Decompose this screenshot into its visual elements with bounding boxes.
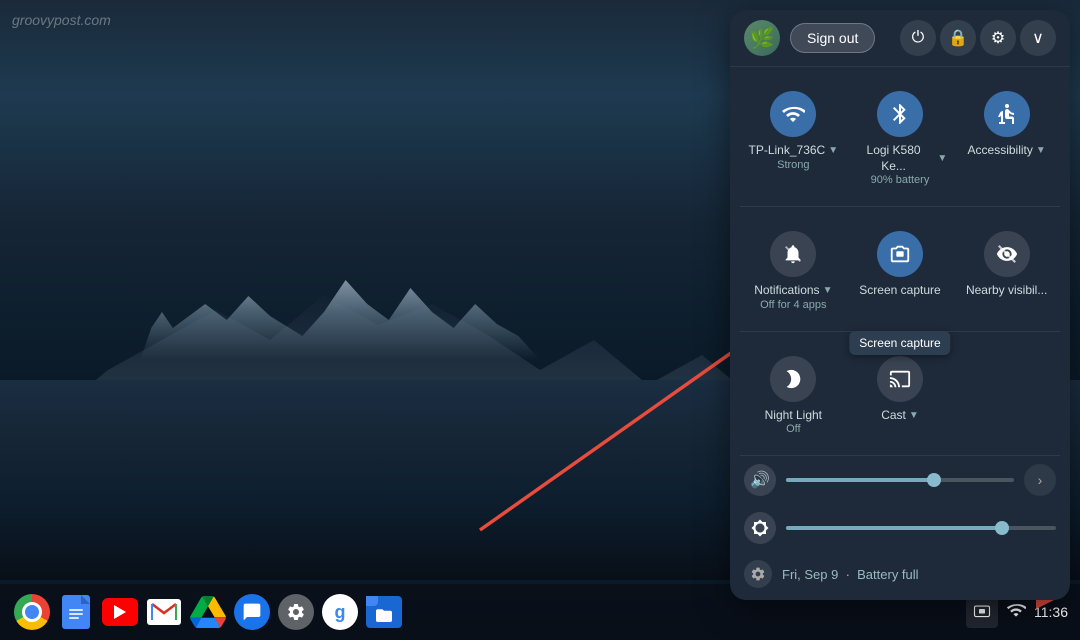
taskbar-time: 11:36 <box>1034 604 1068 620</box>
sign-out-button[interactable]: Sign out <box>790 23 875 53</box>
google-icon: g <box>322 594 358 630</box>
tile-screen-capture-label: Screen capture <box>859 283 940 299</box>
tile-cast[interactable]: Cast ▼ <box>847 344 954 444</box>
chrome-icon <box>14 594 50 630</box>
wifi-icon <box>770 91 816 137</box>
access-expand-arrow: ▼ <box>1036 145 1046 156</box>
watermark-text: groovypost.com <box>12 12 111 28</box>
settings-button-top[interactable]: ⚙ <box>980 20 1016 56</box>
brightness-icon[interactable] <box>744 512 776 544</box>
brightness-slider-row <box>730 504 1070 552</box>
bluetooth-icon <box>877 91 923 137</box>
empty-tile <box>953 344 1060 444</box>
wifi-status-icon[interactable] <box>1006 600 1026 625</box>
volume-slider-fill <box>786 478 934 482</box>
tile-cast-name: Cast <box>881 408 906 424</box>
taskbar-gmail[interactable] <box>144 592 184 632</box>
bt-expand-arrow: ▼ <box>937 153 947 164</box>
docs-lines <box>69 609 83 619</box>
gmail-icon <box>147 599 181 625</box>
tile-notifications[interactable]: Notifications ▼ Off for 4 apps <box>740 219 847 319</box>
tile-access-label-row: Accessibility ▼ <box>968 143 1046 159</box>
cast-expand-arrow: ▼ <box>909 410 919 421</box>
quick-settings-panel: 🌿 Sign out ⏻ 🔒 ⚙ ∨ TP-Link_736C ▼ Strong <box>730 10 1070 600</box>
screen-record-indicator[interactable] <box>966 596 998 628</box>
taskbar-docs[interactable] <box>56 592 96 632</box>
drive-icon <box>190 596 226 628</box>
volume-slider-row: 🔊 › <box>730 456 1070 504</box>
notif-expand-arrow: ▼ <box>823 285 833 296</box>
night-light-icon <box>770 356 816 402</box>
qs-row-1: TP-Link_736C ▼ Strong Logi K580 Ke... ▼ … <box>730 67 1070 206</box>
expand-button[interactable]: ∨ <box>1020 20 1056 56</box>
settings-icon-bottom[interactable] <box>744 560 772 588</box>
tile-wifi-sublabel: Strong <box>777 159 809 171</box>
brightness-slider-thumb[interactable] <box>995 521 1009 535</box>
taskbar-drive[interactable] <box>188 592 228 632</box>
tile-bt-sublabel: 90% battery <box>871 174 930 186</box>
taskbar-youtube[interactable] <box>100 592 140 632</box>
taskbar-right: 11:36 <box>966 596 1068 628</box>
tile-night-light[interactable]: Night Light Off <box>740 344 847 444</box>
wifi-expand-arrow: ▼ <box>828 145 838 156</box>
tile-wifi[interactable]: TP-Link_736C ▼ Strong <box>740 79 847 194</box>
settings-taskbar-icon <box>278 594 314 630</box>
brightness-slider-track[interactable] <box>786 526 1056 530</box>
taskbar-files[interactable] <box>364 592 404 632</box>
lock-button[interactable]: 🔒 <box>940 20 976 56</box>
tile-nearby[interactable]: Nearby visibil... <box>953 219 1060 319</box>
tile-bt-label-row: Logi K580 Ke... ▼ <box>853 143 948 174</box>
files-icon <box>366 596 402 628</box>
taskbar-settings[interactable] <box>276 592 316 632</box>
avatar[interactable]: 🌿 <box>744 20 780 56</box>
tile-night-light-name: Night Light <box>765 408 822 424</box>
screen-capture-icon <box>877 231 923 277</box>
screen-capture-tooltip: Screen capture <box>849 331 950 355</box>
taskbar-messages[interactable] <box>232 592 272 632</box>
volume-expand-button[interactable]: › <box>1024 464 1056 496</box>
date-battery-text: Fri, Sep 9 · Battery full <box>782 567 919 582</box>
tile-accessibility[interactable]: Accessibility ▼ <box>953 79 1060 194</box>
tile-cast-label-row: Cast ▼ <box>881 408 919 424</box>
tile-notif-label-row: Notifications ▼ <box>754 283 832 299</box>
volume-slider-thumb[interactable] <box>927 473 941 487</box>
notifications-icon <box>770 231 816 277</box>
avatar-image: 🌿 <box>744 20 780 56</box>
tile-nearby-label: Nearby visibil... <box>966 283 1047 299</box>
tile-bluetooth[interactable]: Logi K580 Ke... ▼ 90% battery <box>847 79 954 194</box>
brightness-slider-fill <box>786 526 1002 530</box>
tile-notif-sublabel: Off for 4 apps <box>760 299 826 311</box>
volume-slider-track[interactable] <box>786 478 1014 482</box>
nearby-icon <box>984 231 1030 277</box>
volume-icon[interactable]: 🔊 <box>744 464 776 496</box>
taskbar-google[interactable]: g <box>320 592 360 632</box>
tile-night-light-sublabel: Off <box>786 423 800 435</box>
tile-notif-name: Notifications <box>754 283 819 299</box>
qs-top-icons: ⏻ 🔒 ⚙ ∨ <box>900 20 1056 56</box>
qs-row-2: Notifications ▼ Off for 4 apps Screen ca… <box>730 207 1070 331</box>
youtube-icon <box>102 598 138 626</box>
tile-bt-name: Logi K580 Ke... <box>853 143 935 174</box>
battery-text: Battery full <box>857 567 918 582</box>
qs-bottom-bar: Fri, Sep 9 · Battery full <box>730 552 1070 600</box>
tile-wifi-label-row: TP-Link_736C ▼ <box>749 143 839 159</box>
accessibility-icon <box>984 91 1030 137</box>
messages-icon <box>234 594 270 630</box>
taskbar-chrome[interactable] <box>12 592 52 632</box>
tile-access-name: Accessibility <box>968 143 1033 159</box>
date-text: Fri, Sep 9 <box>782 567 838 582</box>
power-button[interactable]: ⏻ <box>900 20 936 56</box>
tile-screen-capture[interactable]: Screen capture Screen capture <box>847 219 954 319</box>
qs-top-bar: 🌿 Sign out ⏻ 🔒 ⚙ ∨ <box>730 10 1070 67</box>
cast-icon <box>877 356 923 402</box>
docs-icon <box>62 595 90 629</box>
tile-wifi-name: TP-Link_736C <box>749 143 826 159</box>
